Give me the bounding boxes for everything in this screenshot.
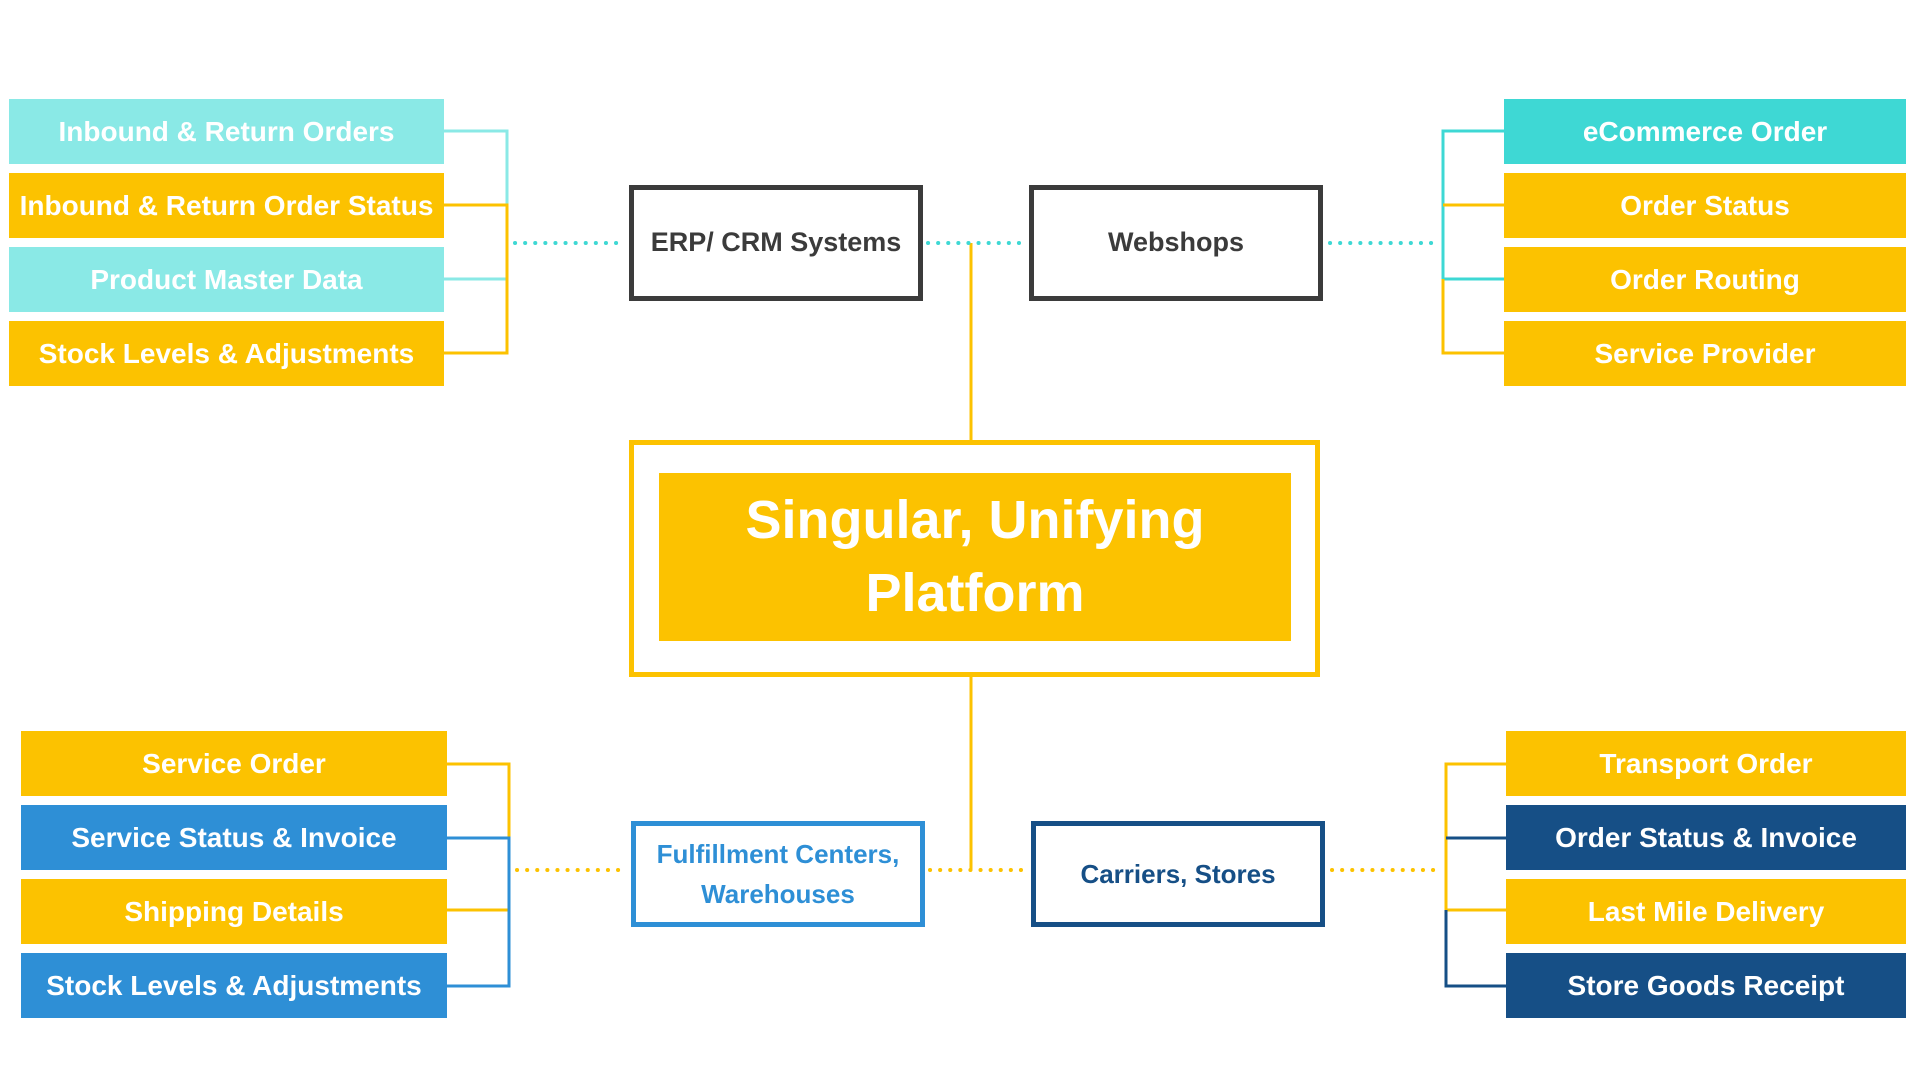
list-item: Inbound & Return Orders: [9, 99, 444, 164]
erp-crm-node: ERP/ CRM Systems: [629, 185, 923, 301]
fulfillment-label-1: Fulfillment Centers,: [656, 838, 900, 869]
fulfillment-node: Fulfillment Centers, Warehouses: [631, 821, 925, 927]
carriers-label: Carriers, Stores: [1080, 858, 1276, 889]
list-item: Stock Levels & Adjustments: [21, 953, 447, 1018]
list-item: Order Routing: [1504, 247, 1906, 312]
list-item: Store Goods Receipt: [1506, 953, 1906, 1018]
list-item: Last Mile Delivery: [1506, 879, 1906, 944]
webshops-node: Webshops: [1029, 185, 1323, 301]
list-item: Service Status & Invoice: [21, 805, 447, 870]
list-item: Service Order: [21, 731, 447, 796]
list-item: Order Status: [1504, 173, 1906, 238]
erp-label: ERP/ CRM Systems: [650, 227, 902, 258]
list-item: Shipping Details: [21, 879, 447, 944]
fulfillment-label-2: Warehouses: [701, 879, 855, 909]
list-item: Order Status & Invoice: [1506, 805, 1906, 870]
list-item: eCommerce Order: [1504, 99, 1906, 164]
list-item: Product Master Data: [9, 247, 444, 312]
carriers-node: Carriers, Stores: [1031, 821, 1325, 927]
webshops-label: Webshops: [1107, 227, 1244, 258]
platform-title: Singular, Unifying Platform: [659, 473, 1291, 641]
platform-title-line2: Platform: [865, 563, 1085, 623]
platform-title-line1: Singular, Unifying: [745, 490, 1205, 551]
list-item: Inbound & Return Order Status: [9, 173, 444, 238]
platform-frame: Singular, Unifying Platform: [629, 440, 1320, 677]
list-item: Transport Order: [1506, 731, 1906, 796]
list-item: Stock Levels & Adjustments: [9, 321, 444, 386]
list-item: Service Provider: [1504, 321, 1906, 386]
